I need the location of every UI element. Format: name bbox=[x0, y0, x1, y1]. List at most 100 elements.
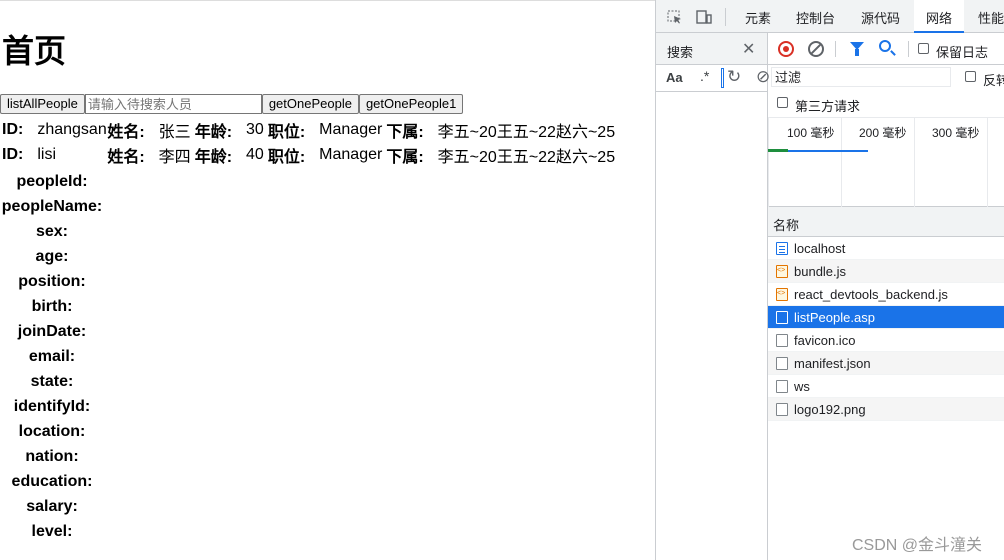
watermark: CSDN @金斗潼关 bbox=[852, 537, 983, 554]
search-drawer-header: 搜索 ✕ bbox=[656, 33, 767, 65]
request-row[interactable]: ws bbox=[768, 375, 1004, 398]
timeline-label: 300 毫秒 bbox=[932, 126, 980, 140]
search-drawer-title: 搜索 bbox=[667, 45, 694, 60]
field-label-location: location: bbox=[18, 423, 86, 440]
timeline-bar bbox=[768, 149, 788, 152]
id-label: ID: bbox=[2, 146, 24, 163]
timeline-tick bbox=[914, 118, 915, 208]
request-row[interactable]: localhost bbox=[768, 237, 1004, 260]
request-row-selected[interactable]: listPeople.asp bbox=[768, 306, 1004, 329]
request-name: react_devtools_backend.js bbox=[794, 287, 948, 302]
request-row[interactable]: bundle.js bbox=[768, 260, 1004, 283]
controls-bar: listAllPeople getOnePeople getOnePeople1 bbox=[0, 94, 464, 115]
requests-header: 名称 bbox=[768, 207, 1004, 237]
name-column-header[interactable]: 名称 bbox=[773, 215, 799, 234]
timeline-tick bbox=[841, 118, 842, 208]
toolbar-divider bbox=[908, 41, 909, 57]
field-label-education: education: bbox=[11, 473, 93, 490]
field-label-email: email: bbox=[28, 348, 76, 365]
people-row: ID: zhangsan 姓名: 张三 年龄: 30 职位: Manager 下… bbox=[2, 118, 615, 142]
field-label-join-date: joinDate: bbox=[17, 323, 87, 340]
tab-sources[interactable]: 源代码 bbox=[861, 0, 900, 33]
field-label-age: age: bbox=[35, 248, 69, 265]
timeline-label: 200 毫秒 bbox=[859, 126, 907, 140]
field-label-nation: nation: bbox=[25, 448, 79, 465]
invert-label: 反转 bbox=[983, 73, 1004, 88]
name-value: 李四 bbox=[158, 149, 191, 166]
page-title: 首页 bbox=[2, 33, 67, 69]
people-row: ID: lisi 姓名: 李四 年龄: 40 职位: Manager 下属: 李… bbox=[2, 143, 615, 167]
request-name: localhost bbox=[794, 241, 846, 256]
device-toolbar-icon[interactable] bbox=[696, 10, 712, 24]
name-value: 张三 bbox=[158, 124, 191, 141]
script-icon bbox=[776, 288, 788, 301]
get-one-people1-button[interactable]: getOnePeople1 bbox=[358, 94, 464, 114]
name-label: 姓名: bbox=[107, 124, 145, 141]
field-label-position: position: bbox=[18, 273, 86, 290]
request-row[interactable]: favicon.ico bbox=[768, 329, 1004, 352]
get-one-people-button[interactable]: getOnePeople bbox=[261, 94, 359, 114]
clear-icon[interactable] bbox=[808, 41, 824, 57]
third-party-row: 第三方请求 bbox=[768, 89, 1004, 117]
field-label-identify-id: identifyId: bbox=[13, 398, 91, 415]
refresh-icon[interactable]: ↻ bbox=[727, 67, 741, 87]
field-label-people-name: peopleName: bbox=[1, 198, 103, 215]
field-label-birth: birth: bbox=[31, 298, 73, 315]
position-value: Manager bbox=[319, 146, 383, 163]
preserve-log-checkbox[interactable] bbox=[918, 43, 929, 54]
invert-checkbox[interactable] bbox=[965, 71, 976, 82]
request-name: bundle.js bbox=[794, 264, 847, 279]
record-icon[interactable] bbox=[778, 41, 794, 57]
file-icon bbox=[776, 334, 788, 347]
search-input[interactable] bbox=[721, 68, 724, 88]
requests-list: localhost bundle.js react_devtools_backe… bbox=[768, 237, 1004, 421]
list-all-people-button[interactable]: listAllPeople bbox=[0, 94, 85, 114]
field-label-level: level: bbox=[31, 523, 73, 540]
search-icon[interactable] bbox=[879, 40, 891, 52]
timeline-tick bbox=[987, 118, 988, 208]
age-label: 年龄: bbox=[194, 124, 233, 141]
position-label: 职位: bbox=[267, 149, 306, 166]
tab-elements[interactable]: 元素 bbox=[745, 0, 771, 33]
network-timeline: 100 毫秒 200 毫秒 300 毫秒 bbox=[768, 117, 1004, 208]
field-labels: peopleId: peopleName: sex: age: position… bbox=[0, 169, 104, 544]
subordinates-label: 下属: bbox=[386, 124, 424, 141]
field-label-sex: sex: bbox=[35, 223, 69, 240]
field-label-salary: salary: bbox=[26, 498, 78, 515]
people-search-input[interactable] bbox=[84, 94, 262, 114]
position-value: Manager bbox=[319, 121, 383, 138]
search-options: Aa .* ↻ ⊘ bbox=[656, 65, 770, 92]
request-row[interactable]: react_devtools_backend.js bbox=[768, 283, 1004, 306]
name-label: 姓名: bbox=[107, 149, 145, 166]
match-case-toggle[interactable]: Aa bbox=[666, 70, 683, 85]
devtools-panel: 元素 控制台 源代码 网络 性能 搜索 ✕ Aa .* ↻ ⊘ 保留日志 过滤 … bbox=[655, 0, 1004, 560]
tab-network[interactable]: 网络 bbox=[914, 0, 965, 33]
request-name: listPeople.asp bbox=[794, 310, 875, 325]
id-value: zhangsan bbox=[37, 121, 107, 138]
age-label: 年龄: bbox=[194, 149, 233, 166]
request-row[interactable]: manifest.json bbox=[768, 352, 1004, 375]
close-icon[interactable]: ✕ bbox=[742, 39, 755, 59]
subordinates-value: 李五~20王五~22赵六~25 bbox=[437, 124, 616, 141]
timeline-tick bbox=[768, 118, 769, 208]
filter-icon[interactable] bbox=[850, 42, 864, 56]
request-row[interactable]: logo192.png bbox=[768, 398, 1004, 421]
request-name: favicon.ico bbox=[794, 333, 856, 348]
script-icon bbox=[776, 265, 788, 278]
filter-input[interactable] bbox=[771, 67, 951, 87]
tab-console[interactable]: 控制台 bbox=[796, 0, 835, 33]
position-label: 职位: bbox=[267, 124, 306, 141]
third-party-checkbox[interactable] bbox=[777, 97, 788, 108]
document-icon bbox=[776, 242, 788, 255]
inspect-element-icon[interactable] bbox=[667, 10, 683, 24]
timeline-label: 100 毫秒 bbox=[787, 126, 835, 140]
toolbar-divider bbox=[835, 41, 836, 57]
regex-toggle[interactable]: .* bbox=[700, 68, 709, 84]
age-value: 30 bbox=[246, 121, 264, 138]
id-label: ID: bbox=[2, 121, 24, 138]
network-panel: 保留日志 反转 第三方请求 100 毫秒 200 毫秒 300 毫秒 名称 bbox=[768, 33, 1004, 560]
filter-row: 反转 bbox=[768, 65, 1004, 89]
tab-performance[interactable]: 性能 bbox=[978, 0, 1004, 33]
tabbar-divider bbox=[725, 8, 726, 26]
id-value: lisi bbox=[37, 146, 56, 163]
